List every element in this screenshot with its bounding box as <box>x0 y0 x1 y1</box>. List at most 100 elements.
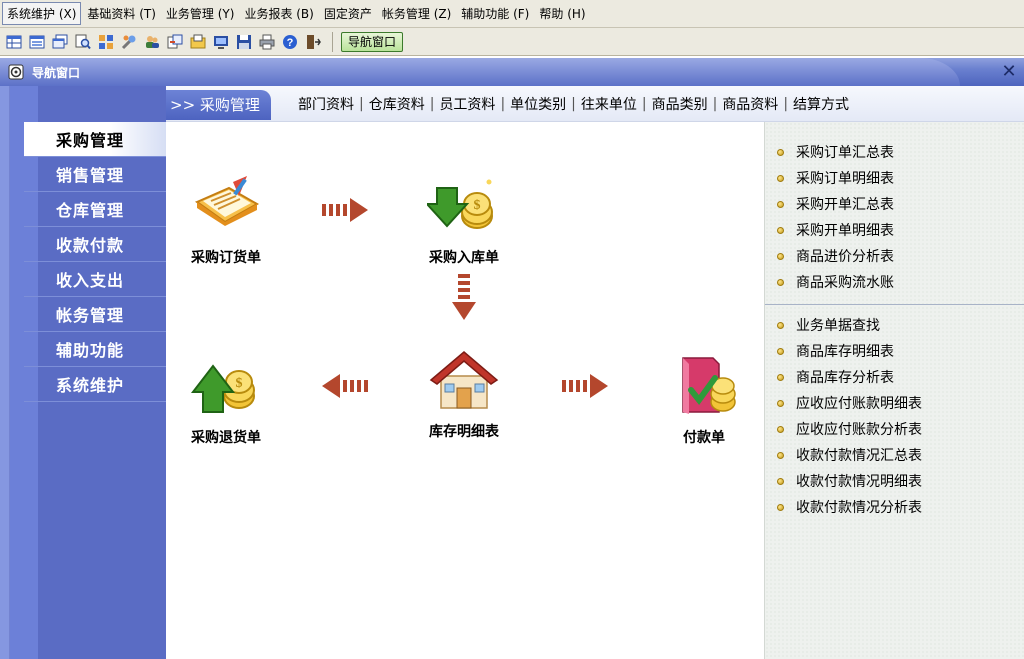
save-icon[interactable] <box>234 32 254 52</box>
help-icon[interactable]: ? <box>280 32 300 52</box>
exit-icon[interactable] <box>303 32 323 52</box>
transfer-icon[interactable] <box>165 32 185 52</box>
link-unit-categories[interactable]: 单位类别 <box>506 94 570 114</box>
return-coins-icon: $ <box>190 364 255 413</box>
bullet-icon <box>777 226 784 234</box>
monitor-icon[interactable] <box>211 32 231 52</box>
bullet-icon <box>777 399 784 407</box>
bullet-icon <box>777 373 784 381</box>
sidebar-item-auxiliary[interactable]: 辅助功能 <box>24 332 166 367</box>
report-link[interactable]: 采购开单明细表 <box>765 217 1024 243</box>
contacts-icon[interactable] <box>142 32 162 52</box>
report-link[interactable]: 收款付款情况汇总表 <box>765 442 1024 468</box>
sidebar: 采购管理 销售管理 仓库管理 收款付款 收入支出 帐务管理 辅助功能 系统维护 <box>0 86 166 659</box>
report-link[interactable]: 采购订单汇总表 <box>765 139 1024 165</box>
current-section-title: >> 采购管理 <box>166 90 271 120</box>
order-form-icon <box>194 176 260 226</box>
link-product-categories[interactable]: 商品类别 <box>648 94 712 114</box>
menu-fixed-assets[interactable]: 固定资产 <box>320 3 376 24</box>
report-group-purchase: 采购订单汇总表 采购订单明细表 采购开单汇总表 采购开单明细表 商品进价分析表 … <box>765 139 1024 295</box>
menu-accounts-management[interactable]: 帐务管理 (Z) <box>378 3 455 24</box>
bullet-icon <box>777 278 784 286</box>
stock-in-coins-icon: $ <box>424 179 493 229</box>
link-partners[interactable]: 往来单位 <box>577 94 641 114</box>
sidebar-item-accounts[interactable]: 帐务管理 <box>24 297 166 332</box>
report-link[interactable]: 商品库存分析表 <box>765 364 1024 390</box>
menu-help[interactable]: 帮助 (H) <box>535 3 589 24</box>
report-divider <box>765 304 1024 305</box>
bullet-icon <box>777 148 784 156</box>
svg-text:$: $ <box>474 198 481 213</box>
flow-node-purchase-in[interactable]: $ 采购入库单 <box>409 174 519 267</box>
link-employees[interactable]: 员工资料 <box>435 94 499 114</box>
flow-node-purchase-return[interactable]: $ 采购退货单 <box>171 354 281 447</box>
svg-text:$: $ <box>236 376 243 391</box>
table-icon[interactable] <box>4 32 24 52</box>
close-icon[interactable]: ✕ <box>1000 63 1018 81</box>
nav-window-button[interactable]: 导航窗口 <box>341 31 404 52</box>
report-link[interactable]: 商品库存明细表 <box>765 338 1024 364</box>
sidebar-item-system-maintenance[interactable]: 系统维护 <box>24 367 166 402</box>
report-label: 商品采购流水账 <box>796 275 894 291</box>
link-products[interactable]: 商品资料 <box>718 94 782 114</box>
toolbar-separator <box>332 31 333 52</box>
link-separator: | <box>500 96 506 112</box>
link-settlement-methods[interactable]: 结算方式 <box>789 94 853 114</box>
print-icon[interactable] <box>257 32 277 52</box>
menu-business-reports[interactable]: 业务报表 (B) <box>240 3 317 24</box>
link-separator: | <box>571 96 576 112</box>
sidebar-item-sales[interactable]: 销售管理 <box>24 157 166 192</box>
warehouse-house-icon <box>429 351 499 409</box>
flow-node-label: 付款单 <box>683 430 725 446</box>
open-folder-icon[interactable] <box>188 32 208 52</box>
bullet-icon <box>777 321 784 329</box>
sidebar-item-receipts-payments[interactable]: 收款付款 <box>24 227 166 262</box>
arrow-right-icon <box>562 374 608 398</box>
bullet-icon <box>777 425 784 433</box>
report-label: 收款付款情况汇总表 <box>796 448 922 464</box>
flow-node-label: 采购订货单 <box>191 250 261 266</box>
link-separator: | <box>641 96 647 112</box>
users-grid-icon[interactable] <box>96 32 116 52</box>
sidebar-item-income-expense[interactable]: 收入支出 <box>24 262 166 297</box>
flow-node-label: 采购退货单 <box>191 430 261 446</box>
windows-icon[interactable] <box>50 32 70 52</box>
bullet-icon <box>777 200 784 208</box>
report-link[interactable]: 应收应付账款分析表 <box>765 416 1024 442</box>
menu-auxiliary[interactable]: 辅助功能 (F) <box>457 3 533 24</box>
report-label: 收款付款情况分析表 <box>796 500 922 516</box>
reports-panel: 采购订单汇总表 采购订单明细表 采购开单汇总表 采购开单明细表 商品进价分析表 … <box>764 122 1024 659</box>
flow-node-inventory-detail[interactable]: 库存明细表 <box>409 348 519 441</box>
link-departments[interactable]: 部门资料 <box>294 94 358 114</box>
quick-links: 部门资料 | 仓库资料 | 员工资料 | 单位类别 | 往来单位 | 商品类别 | 商品资料… <box>294 86 853 122</box>
app-icon <box>8 64 24 80</box>
report-label: 商品库存分析表 <box>796 370 894 386</box>
report-link[interactable]: 采购订单明细表 <box>765 165 1024 191</box>
report-label: 收款付款情况明细表 <box>796 474 922 490</box>
report-link[interactable]: 应收应付账款明细表 <box>765 390 1024 416</box>
link-separator: | <box>359 96 364 112</box>
sidebar-item-warehouse[interactable]: 仓库管理 <box>24 192 166 227</box>
flow-node-payment[interactable]: 付款单 <box>649 354 759 447</box>
report-link[interactable]: 收款付款情况明细表 <box>765 468 1024 494</box>
tools-icon[interactable] <box>119 32 139 52</box>
svg-text:?: ? <box>287 37 294 49</box>
report-link[interactable]: 收款付款情况分析表 <box>765 494 1024 520</box>
report-label: 商品库存明细表 <box>796 344 894 360</box>
list-icon[interactable] <box>27 32 47 52</box>
report-link[interactable]: 采购开单汇总表 <box>765 191 1024 217</box>
menu-system-maintenance[interactable]: 系统维护 (X) <box>2 2 82 25</box>
sidebar-item-purchase[interactable]: 采购管理 <box>24 122 166 157</box>
report-link[interactable]: 商品采购流水账 <box>765 269 1024 295</box>
flow-node-label: 采购入库单 <box>429 250 499 266</box>
flow-node-purchase-order[interactable]: 采购订货单 <box>171 174 281 267</box>
report-link[interactable]: 商品进价分析表 <box>765 243 1024 269</box>
report-link[interactable]: 业务单据查找 <box>765 312 1024 338</box>
report-label: 采购开单汇总表 <box>796 197 894 213</box>
report-label: 商品进价分析表 <box>796 249 894 265</box>
menu-business-management[interactable]: 业务管理 (Y) <box>162 3 239 24</box>
link-warehouses[interactable]: 仓库资料 <box>365 94 429 114</box>
search-icon[interactable] <box>73 32 93 52</box>
menu-basic-data[interactable]: 基础资料 (T) <box>83 3 160 24</box>
arrow-down-icon <box>452 274 476 320</box>
